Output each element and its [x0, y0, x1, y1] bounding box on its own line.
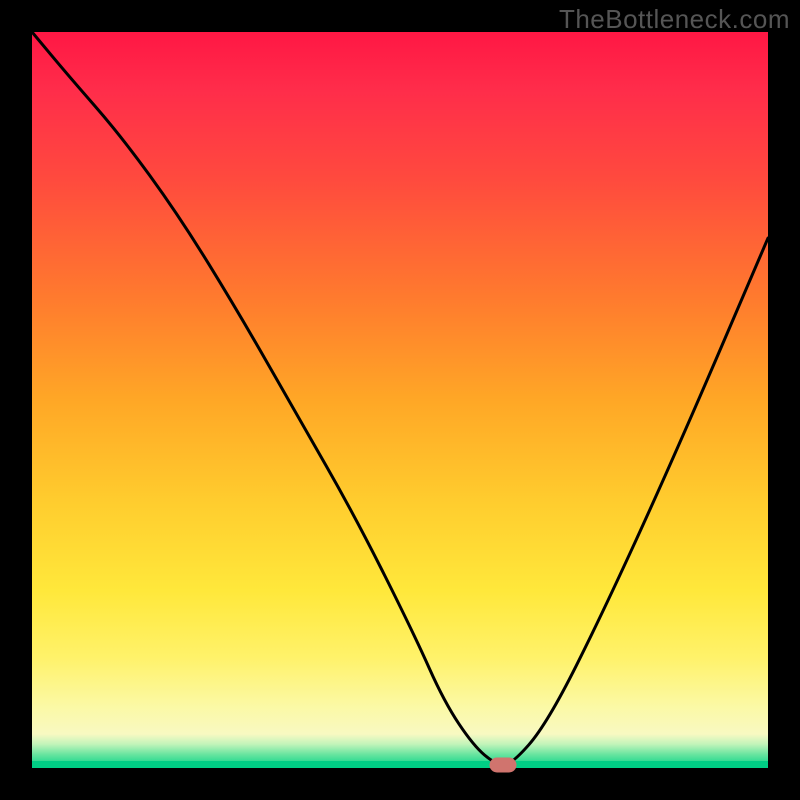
bottleneck-curve-svg	[32, 32, 768, 768]
optimal-marker	[490, 758, 516, 772]
chart-frame: TheBottleneck.com	[0, 0, 800, 800]
bottleneck-curve-path	[32, 32, 768, 765]
plot-area	[32, 32, 768, 768]
watermark-text: TheBottleneck.com	[559, 4, 790, 35]
